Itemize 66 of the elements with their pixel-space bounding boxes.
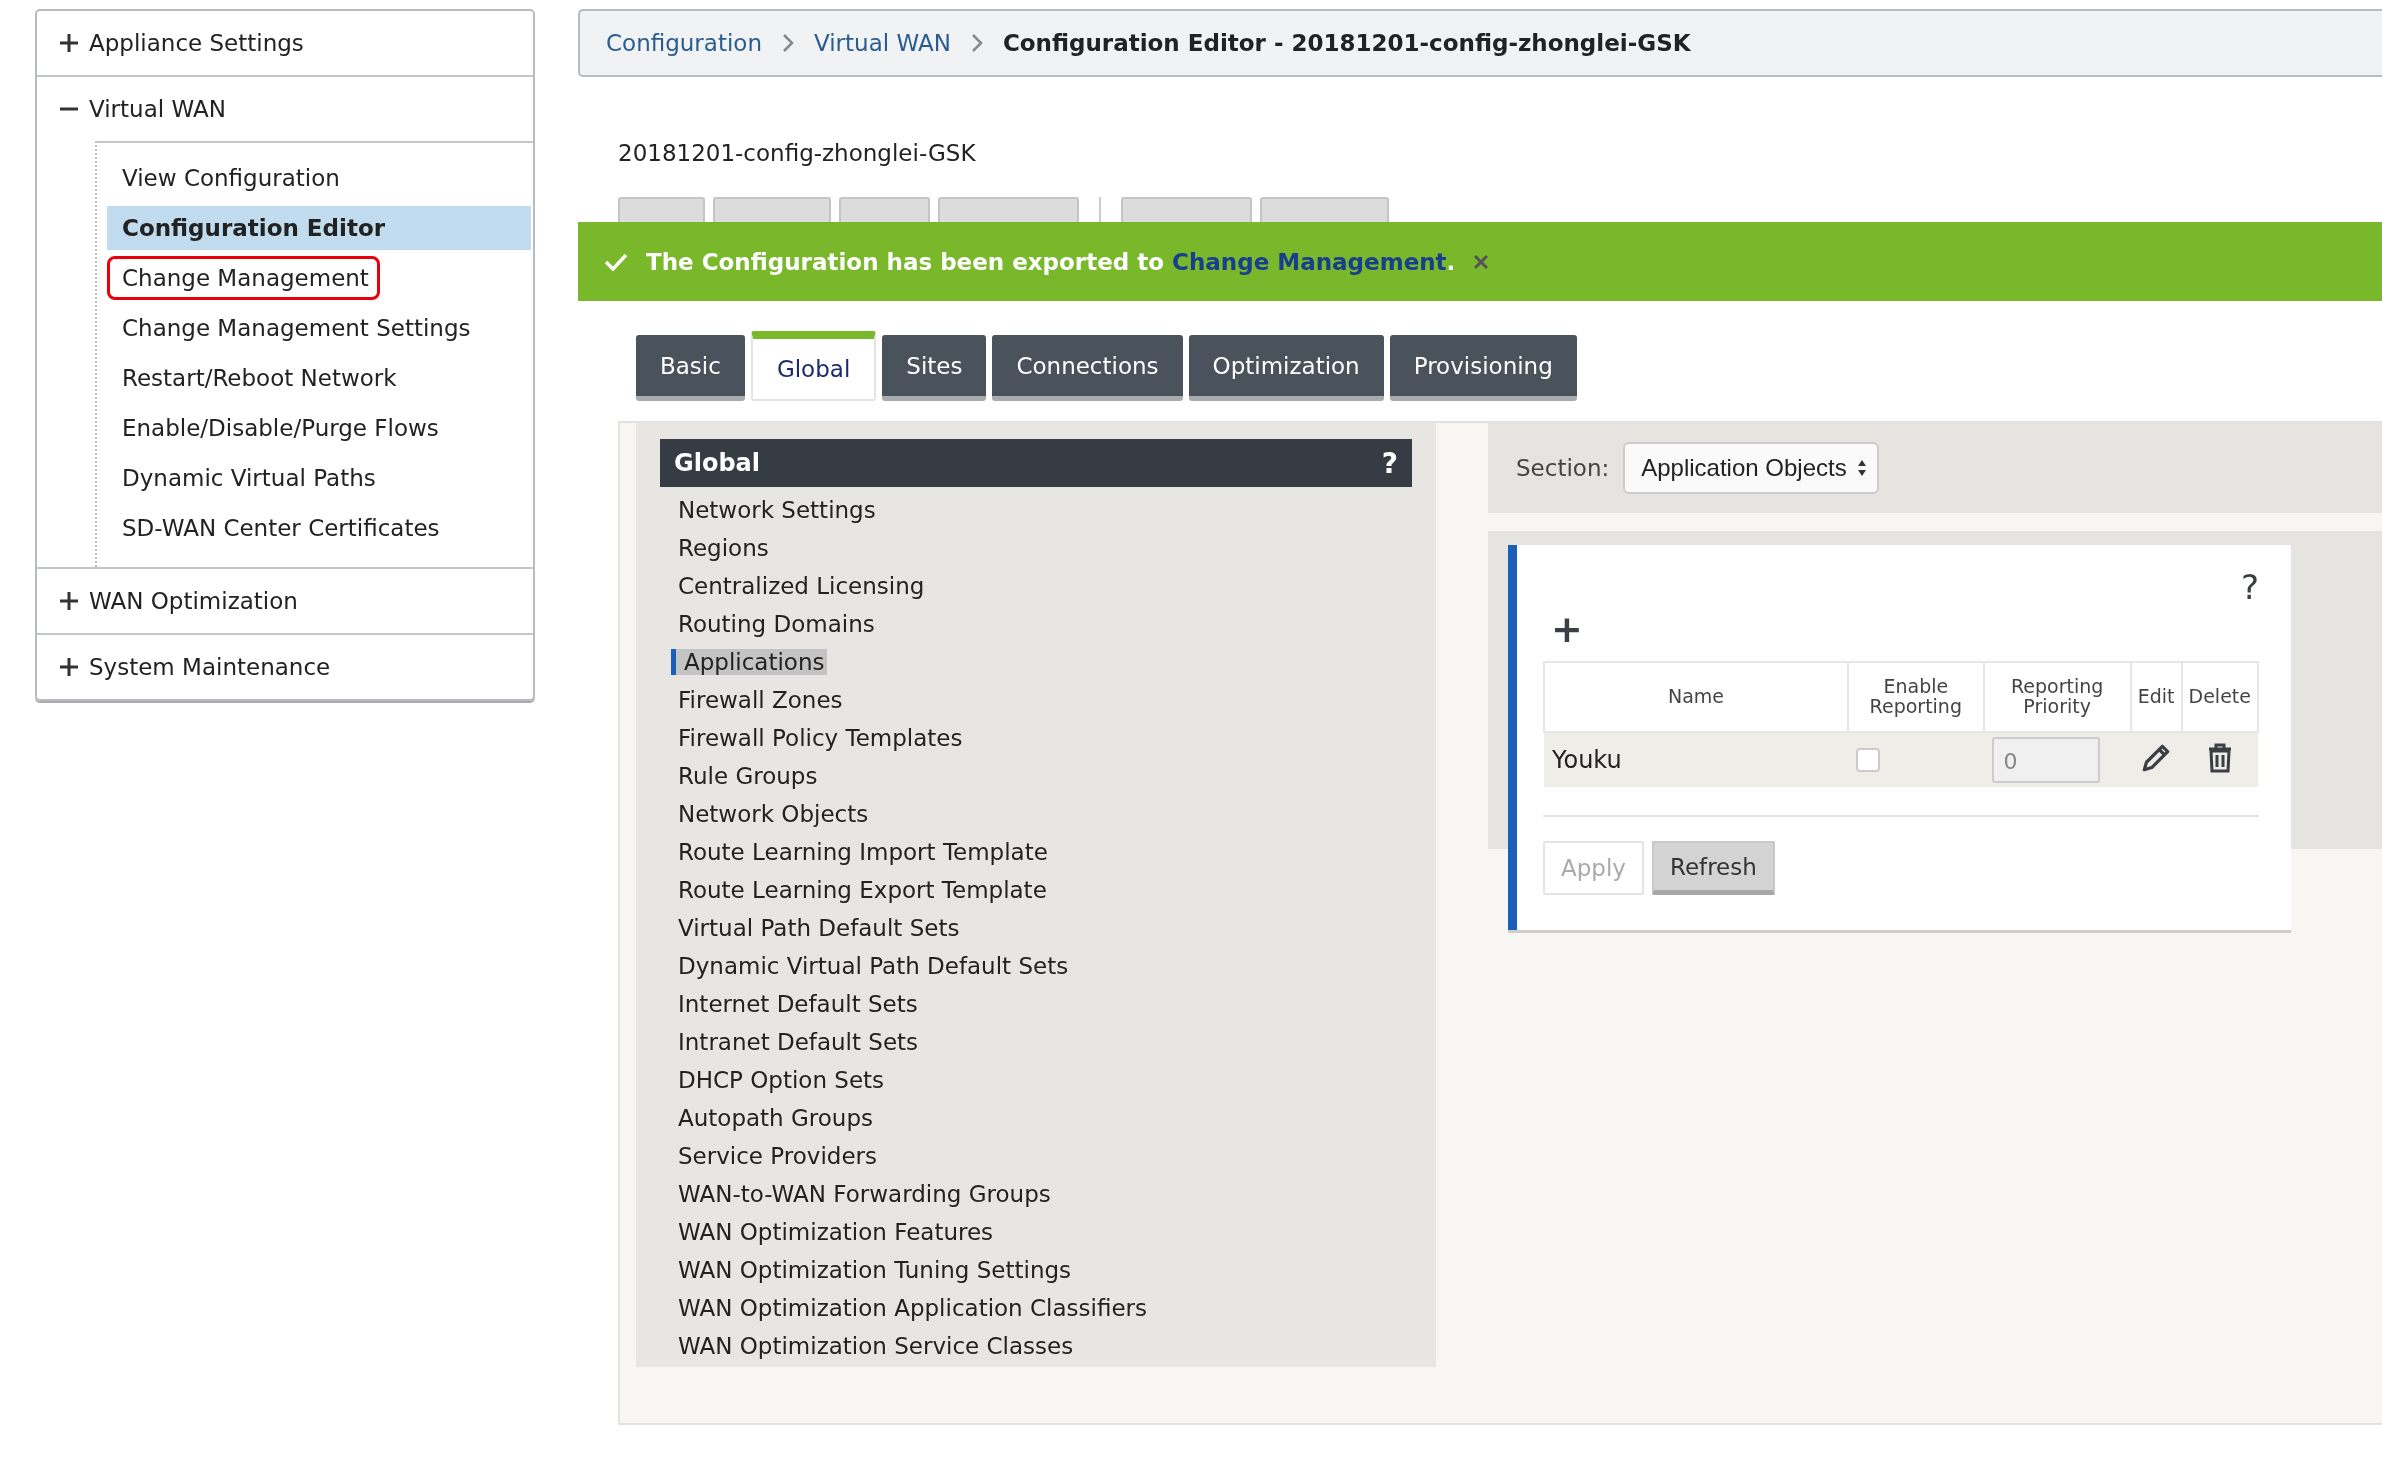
list-item[interactable]: WAN-to-WAN Forwarding Groups (676, 1181, 1053, 1207)
breadcrumb-link[interactable]: Virtual WAN (814, 30, 951, 56)
sidebar-section[interactable]: Virtual WAN (89, 96, 226, 122)
list-item[interactable]: WAN Optimization Service Classes (676, 1333, 1076, 1359)
sidebar-section[interactable]: System Maintenance (89, 654, 331, 680)
list-item[interactable]: Route Learning Export Template (676, 877, 1049, 903)
tab[interactable]: Sites (882, 335, 987, 401)
list-item[interactable]: DHCP Option Sets (676, 1067, 887, 1093)
sidebar-section[interactable]: Appliance Settings (89, 30, 304, 56)
list-item[interactable]: Virtual Path Default Sets (676, 915, 962, 941)
action-button[interactable]: Refresh (1651, 841, 1775, 895)
list-item[interactable]: Applications (671, 649, 827, 675)
list-item[interactable]: Centralized Licensing (676, 573, 927, 599)
column-header: Name (1544, 662, 1848, 732)
tab[interactable]: Global (750, 331, 877, 401)
list-item[interactable]: Service Providers (676, 1143, 879, 1169)
list-item[interactable]: Routing Domains (676, 611, 877, 637)
tab[interactable]: Optimization (1188, 335, 1384, 401)
sidebar-item[interactable]: View Configuration (107, 156, 351, 200)
help-button[interactable]: ? (2240, 567, 2259, 607)
section-label: Section: (1516, 455, 1610, 481)
chevron-icon (970, 33, 983, 53)
tab[interactable]: Provisioning (1389, 335, 1577, 401)
file-name: 20181201-config-zhonglei-GSK (618, 140, 977, 168)
list-item[interactable]: Autopath Groups (676, 1105, 875, 1131)
plus-icon[interactable] (59, 591, 79, 611)
sidebar-item[interactable]: Change Management (107, 256, 380, 300)
list-item[interactable]: Network Settings (676, 497, 878, 523)
list-item[interactable]: Route Learning Import Template (676, 839, 1050, 865)
breadcrumb-current: Configuration Editor - 20181201-config-zhonglei-GSK (1002, 30, 1691, 56)
banner-punctuation: . (1446, 248, 1456, 275)
panel-title: Global (674, 449, 760, 477)
sidebar-item[interactable]: SD-WAN Center Certificates (107, 506, 451, 550)
chevron-icon (782, 33, 794, 53)
list-item[interactable]: Intranet Default Sets (676, 1029, 921, 1055)
table-cell: Youku (1544, 732, 1848, 787)
list-item[interactable]: Rule Groups (676, 763, 820, 789)
sidebar-item[interactable]: Change Management Settings (107, 306, 482, 350)
list-item[interactable]: Regions (676, 535, 771, 561)
sidebar-item[interactable]: Configuration Editor (107, 206, 531, 250)
list-item[interactable]: Internet Default Sets (676, 991, 920, 1017)
plus-icon[interactable] (59, 33, 79, 53)
list-item[interactable]: WAN Optimization Tuning Settings (676, 1257, 1074, 1283)
tab[interactable]: Basic (636, 335, 745, 401)
check-icon (604, 251, 628, 272)
banner-message: The Configuration has been exported to (646, 248, 1165, 275)
banner-link[interactable]: Change Management (1172, 248, 1447, 275)
sidebar-item[interactable]: Restart/Reboot Network (107, 356, 408, 400)
close-icon[interactable] (1473, 253, 1490, 270)
sidebar-item[interactable]: Dynamic Virtual Paths (107, 456, 387, 500)
tab[interactable]: Connections (992, 335, 1183, 401)
list-item[interactable]: Firewall Policy Templates (676, 725, 965, 751)
checkbox[interactable] (1856, 748, 1880, 772)
list-item[interactable]: Firewall Zones (676, 687, 845, 713)
sidebar-section[interactable]: WAN Optimization (89, 588, 298, 614)
list-item[interactable]: Dynamic Virtual Path Default Sets (676, 953, 1071, 979)
add-button[interactable]: + (1551, 609, 1583, 649)
breadcrumb-link[interactable]: Configuration (606, 30, 762, 56)
list-item[interactable]: WAN Optimization Application Classifiers (676, 1295, 1149, 1321)
sidebar-item[interactable]: Enable/Disable/Purge Flows (107, 406, 450, 450)
section-dropdown[interactable]: Application Objects (1623, 442, 1879, 494)
plus-icon[interactable] (59, 657, 79, 677)
list-item[interactable]: WAN Optimization Features (676, 1219, 996, 1245)
list-item[interactable]: Network Objects (676, 801, 871, 827)
help-button[interactable]: ? (1381, 446, 1398, 480)
sort-arrows-icon (1856, 459, 1867, 477)
